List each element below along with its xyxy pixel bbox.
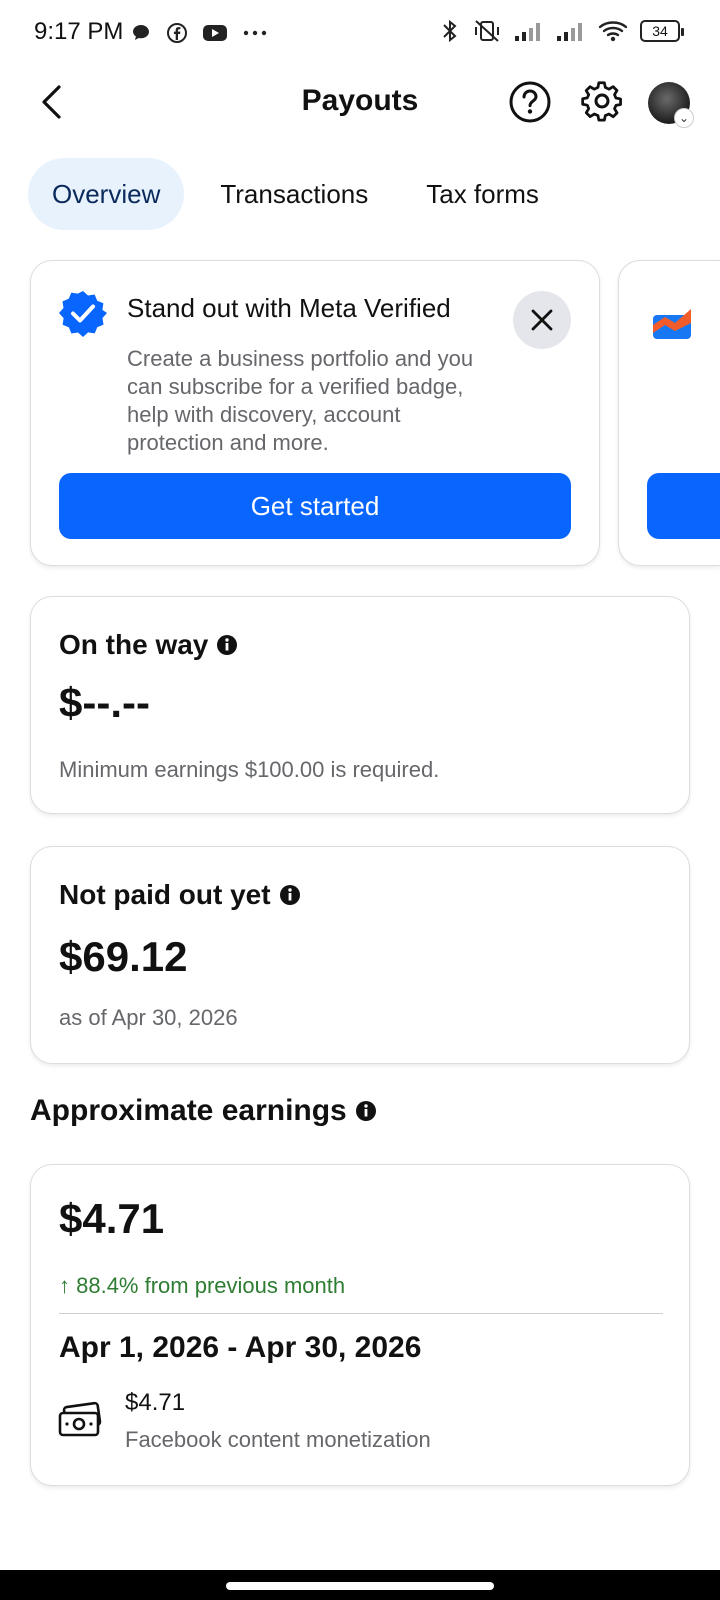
tab-bar: Overview Transactions Tax forms bbox=[28, 158, 563, 230]
approximate-earnings-label: Approximate earnings bbox=[30, 1094, 347, 1127]
signal-icon bbox=[557, 23, 582, 41]
meta-verified-card: Stand out with Meta Verified Create a bu… bbox=[30, 260, 600, 566]
status-time: 9:17 PM bbox=[34, 18, 124, 45]
info-icon[interactable] bbox=[355, 1100, 377, 1122]
help-button[interactable] bbox=[508, 80, 552, 124]
settings-button[interactable] bbox=[580, 80, 624, 124]
not-paid-label: Not paid out yet bbox=[59, 879, 271, 910]
as-of-date: as of Apr 30, 2026 bbox=[59, 1005, 238, 1030]
status-right-icons: 34 bbox=[440, 18, 684, 44]
next-promo-button[interactable] bbox=[647, 473, 720, 539]
promo-title: Stand out with Meta Verified bbox=[127, 293, 451, 323]
tab-tax-forms[interactable]: Tax forms bbox=[402, 158, 563, 230]
more-dots-icon bbox=[243, 30, 267, 36]
on-the-way-heading: On the way bbox=[59, 629, 238, 661]
approximate-earnings-amount: $4.71 bbox=[59, 1195, 165, 1242]
question-mark-icon bbox=[509, 81, 551, 123]
approximate-earnings-title: Approximate earnings bbox=[30, 1094, 377, 1128]
facebook-icon bbox=[167, 23, 187, 43]
avatar[interactable]: ⌄ bbox=[648, 82, 694, 128]
youtube-icon bbox=[203, 25, 227, 41]
not-paid-out-card: Not paid out yet $69.12 as of Apr 30, 20… bbox=[30, 846, 690, 1064]
tab-overview[interactable]: Overview bbox=[28, 158, 185, 230]
on-the-way-amount: $--.-- bbox=[59, 679, 150, 726]
on-the-way-label: On the way bbox=[59, 629, 209, 660]
battery-icon: 34 bbox=[640, 20, 684, 42]
info-icon[interactable] bbox=[216, 634, 238, 656]
chevron-down-icon: ⌄ bbox=[674, 108, 694, 128]
header: Payouts ⌄ bbox=[0, 70, 720, 140]
not-paid-amount: $69.12 bbox=[59, 933, 188, 980]
divider bbox=[59, 1313, 663, 1314]
verified-badge-icon bbox=[59, 291, 107, 337]
home-gesture-handle[interactable] bbox=[226, 1582, 494, 1590]
system-nav-bar bbox=[0, 1570, 720, 1600]
promo-description: Create a business portfolio and you can … bbox=[127, 346, 474, 455]
on-the-way-card: On the way $--.-- Minimum earnings $100.… bbox=[30, 596, 690, 814]
vibrate-off-icon bbox=[475, 20, 499, 42]
approximate-earnings-card[interactable]: $4.71 ↑ 88.4% from previous month Apr 1,… bbox=[30, 1164, 690, 1486]
tab-transactions[interactable]: Transactions bbox=[196, 158, 392, 230]
not-paid-heading: Not paid out yet bbox=[59, 879, 301, 911]
close-icon bbox=[531, 309, 553, 331]
money-icon bbox=[58, 1401, 102, 1437]
breakdown-amount: $4.71 bbox=[125, 1389, 186, 1416]
signal-icon bbox=[515, 23, 540, 41]
info-icon[interactable] bbox=[279, 884, 301, 906]
trend-text: ↑ 88.4% from previous month bbox=[59, 1273, 346, 1298]
chart-icon bbox=[653, 309, 691, 339]
status-bar: 9:17 PM 34 bbox=[0, 0, 720, 64]
breakdown-label: Facebook content monetization bbox=[125, 1427, 431, 1452]
status-left-icons bbox=[130, 22, 268, 44]
next-promo-card[interactable] bbox=[618, 260, 720, 566]
close-button[interactable] bbox=[513, 291, 571, 349]
gear-icon bbox=[581, 81, 622, 122]
bluetooth-icon bbox=[443, 19, 457, 43]
wifi-icon bbox=[598, 21, 628, 42]
get-started-button[interactable]: Get started bbox=[59, 473, 571, 539]
chat-bubble-icon bbox=[133, 25, 149, 40]
date-range: Apr 1, 2026 - Apr 30, 2026 bbox=[59, 1331, 422, 1364]
minimum-earnings-note: Minimum earnings $100.00 is required. bbox=[59, 757, 440, 782]
